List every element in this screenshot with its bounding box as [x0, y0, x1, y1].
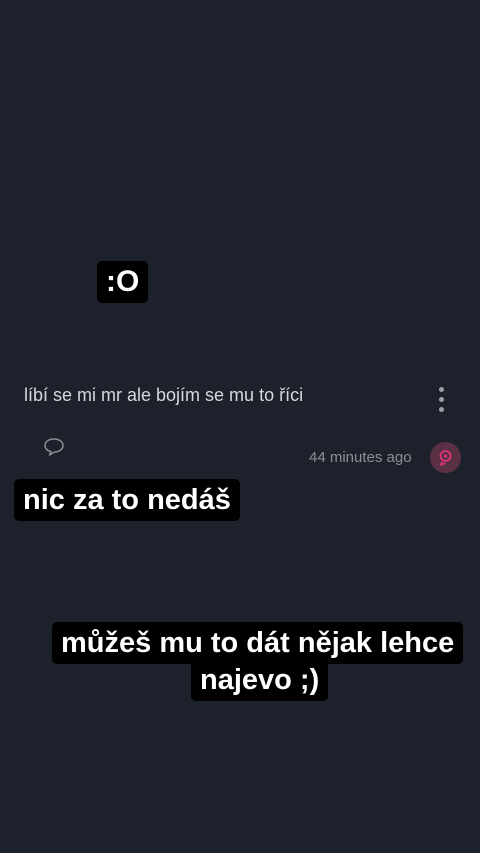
post-timestamp: 44 minutes ago [309, 449, 412, 466]
comment-bubble-icon [44, 438, 64, 456]
sticker-reaction: :O [97, 261, 149, 303]
more-options-button[interactable] [432, 384, 452, 416]
post-text: líbí se mi mr ale bojím se mu to říci [24, 385, 304, 405]
avatar[interactable] [430, 442, 461, 473]
more-dot-icon [439, 387, 444, 392]
more-dot-icon [439, 397, 444, 402]
more-dot-icon [439, 407, 444, 412]
sticker-reply: nic za to nedáš [14, 479, 240, 521]
comment-button[interactable] [42, 436, 66, 458]
sticker-reply-line: najevo ;) [191, 660, 329, 701]
sticker-reply-line: můžeš mu to dát nějak lehce [52, 622, 464, 664]
user-avatar-icon [439, 450, 452, 466]
